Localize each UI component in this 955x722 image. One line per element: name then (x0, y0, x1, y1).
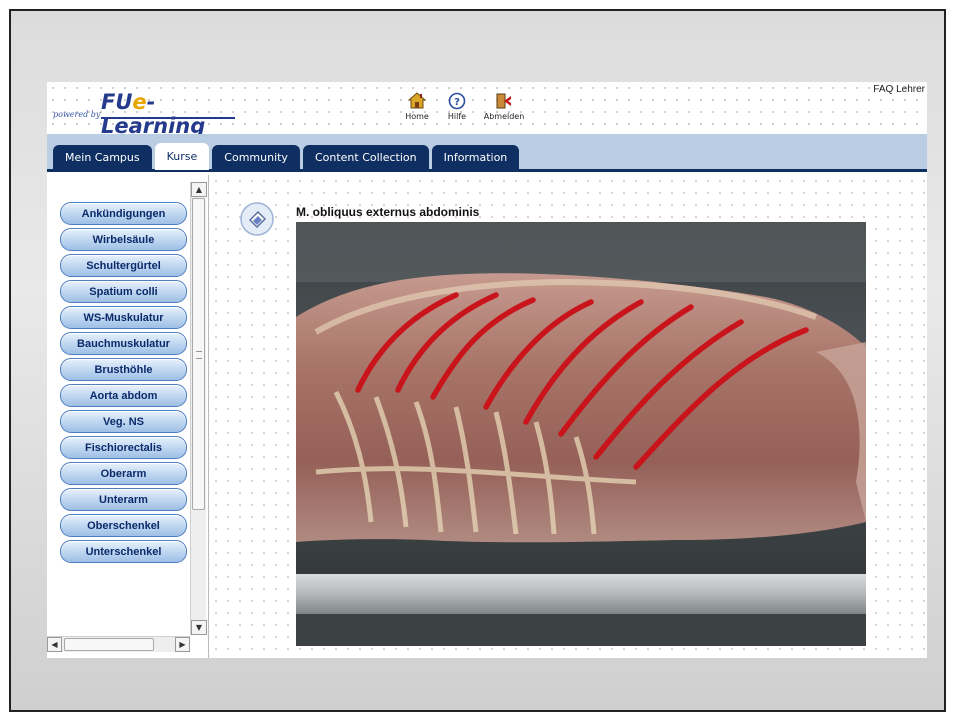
menu-item-veg-ns[interactable]: Veg. NS (60, 410, 187, 433)
tab-content-collection[interactable]: Content Collection (302, 145, 429, 170)
menu-item-schulterguertel[interactable]: Schultergürtel (60, 254, 187, 277)
photo-tray-bottom (296, 614, 866, 646)
logo-brand: FUe-Learning (101, 90, 243, 138)
menu-item-unterschenkel[interactable]: Unterschenkel (60, 540, 187, 563)
menu-item-spatium-colli[interactable]: Spatium colli (60, 280, 187, 303)
faq-link[interactable]: FAQ Lehrer (873, 84, 925, 95)
tab-community[interactable]: Community (212, 145, 300, 170)
browser-page: powered by FUe-Learning Home ? Hilfe Abm… (47, 82, 927, 658)
scroll-right-icon[interactable]: ▶ (175, 637, 190, 652)
photo-tray-rail (296, 574, 866, 614)
help-icon: ? (448, 92, 466, 110)
help-label: Hilfe (447, 112, 467, 121)
tab-kurse[interactable]: Kurse (154, 143, 210, 170)
menu-item-fischiorectalis[interactable]: Fischiorectalis (60, 436, 187, 459)
vertical-scroll-thumb[interactable] (192, 198, 205, 510)
logo-brand-e: e (132, 90, 147, 114)
scroll-down-icon[interactable]: ▼ (191, 620, 207, 635)
logo-underline (101, 117, 235, 119)
menu-item-wirbelsaeule[interactable]: Wirbelsäule (60, 228, 187, 251)
home-link[interactable]: Home (399, 92, 435, 121)
horizontal-scroll-thumb[interactable] (64, 638, 154, 651)
tab-mein-campus[interactable]: Mein Campus (53, 145, 152, 170)
menu-item-bauchmuskulatur[interactable]: Bauchmuskulatur (60, 332, 187, 355)
menu-horizontal-scrollbar[interactable]: ◀ ▶ (47, 636, 190, 652)
menu-item-unterarm[interactable]: Unterarm (60, 488, 187, 511)
scroll-left-icon[interactable]: ◀ (47, 637, 62, 652)
tabs: Mein Campus Kurse Community Content Coll… (53, 143, 520, 170)
home-label: Home (405, 112, 429, 121)
content-item: M. obliquus externus abdominis (216, 181, 927, 658)
content-area: M. obliquus externus abdominis (210, 175, 927, 658)
photo-top-shadow (296, 222, 866, 282)
menu-item-brusthoehle[interactable]: Brusthöhle (60, 358, 187, 381)
logo-powered-by: powered by (53, 110, 101, 119)
svg-text:?: ? (454, 97, 460, 108)
menu-item-oberschenkel[interactable]: Oberschenkel (60, 514, 187, 537)
header: powered by FUe-Learning Home ? Hilfe Abm… (47, 82, 927, 138)
logout-label: Abmelden (483, 112, 525, 121)
menu-item-ankuendigungen[interactable]: Ankündigungen (60, 202, 187, 225)
menu-item-aorta-abdom[interactable]: Aorta abdom (60, 384, 187, 407)
help-link[interactable]: ? Hilfe (439, 92, 475, 121)
fu-elearning-logo[interactable]: powered by FUe-Learning (53, 90, 243, 138)
content-title: M. obliquus externus abdominis (296, 205, 480, 219)
logo-brand-prefix: FU (101, 90, 133, 114)
logout-link[interactable]: Abmelden (479, 92, 529, 121)
menu-item-oberarm[interactable]: Oberarm (60, 462, 187, 485)
menu-vertical-scrollbar[interactable]: ▲ ▼ (190, 182, 207, 635)
tab-information[interactable]: Information (431, 145, 520, 170)
menu-item-ws-muskulatur[interactable]: WS-Muskulatur (60, 306, 187, 329)
course-menu: Ankündigungen Wirbelsäule Schultergürtel… (60, 202, 187, 563)
document-icon[interactable] (239, 201, 275, 237)
home-icon (408, 92, 426, 109)
tab-bar: Mein Campus Kurse Community Content Coll… (47, 134, 927, 172)
anatomy-photo[interactable] (296, 222, 866, 646)
top-nav: Home ? Hilfe Abmelden (399, 92, 529, 121)
scroll-up-icon[interactable]: ▲ (191, 182, 207, 197)
logout-icon (496, 93, 511, 109)
course-menu-pane: Ankündigungen Wirbelsäule Schultergürtel… (47, 175, 209, 658)
